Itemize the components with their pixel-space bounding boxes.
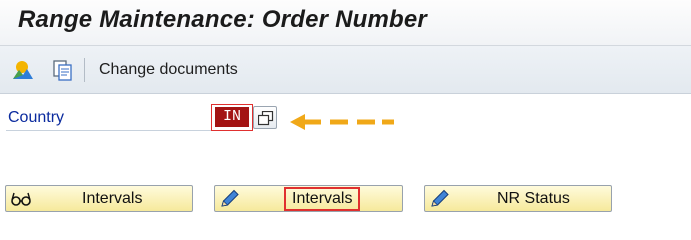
change-documents-button[interactable]: Change documents <box>99 61 238 79</box>
intervals-change-button[interactable]: Intervals <box>214 185 403 212</box>
pencil-icon <box>221 189 239 207</box>
application-toolbar: Change documents <box>0 46 691 94</box>
country-input[interactable]: IN <box>215 107 249 127</box>
nr-status-label: NR Status <box>497 190 570 207</box>
label-underline <box>6 130 244 131</box>
multiple-selection-icon <box>258 111 274 126</box>
glasses-icon <box>11 192 31 206</box>
country-field-highlight[interactable]: IN <box>211 104 253 131</box>
nr-status-button[interactable]: NR Status <box>424 185 612 212</box>
annotation-arrow-icon <box>290 114 394 130</box>
pencil-icon <box>431 189 449 207</box>
intervals-change-label: Intervals <box>284 187 361 211</box>
toolbar-separator <box>84 58 85 82</box>
page-title: Range Maintenance: Order Number <box>18 6 427 33</box>
country-label: Country <box>8 109 65 126</box>
display-icon[interactable] <box>12 59 34 81</box>
intervals-display-label: Intervals <box>82 190 143 207</box>
intervals-display-button[interactable]: Intervals <box>5 185 193 212</box>
value-help-button[interactable] <box>253 106 277 129</box>
title-bar: Range Maintenance: Order Number <box>0 0 691 46</box>
copy-documents-icon[interactable] <box>52 59 74 81</box>
